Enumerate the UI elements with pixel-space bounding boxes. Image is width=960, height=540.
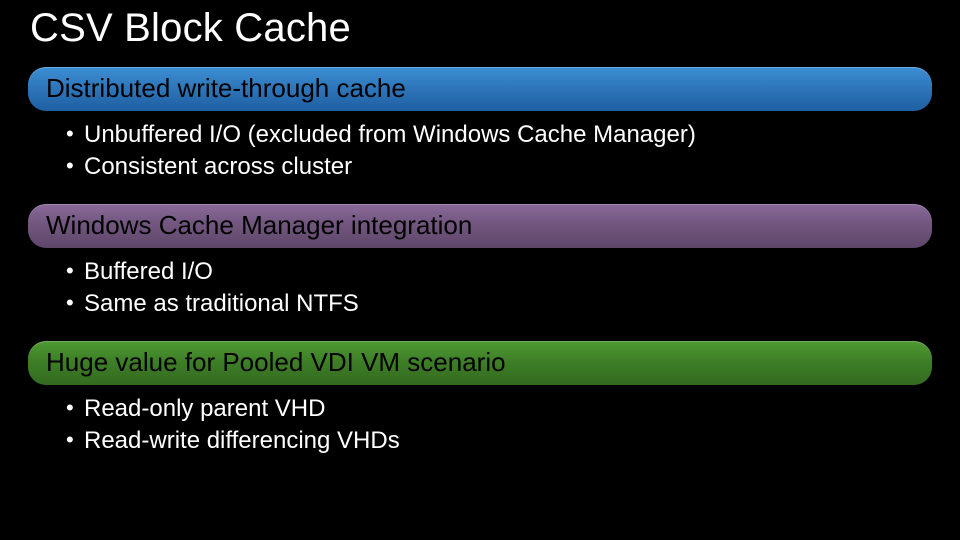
section-heading: Huge value for Pooled VDI VM scenario <box>28 341 932 385</box>
section-block: Distributed write-through cache Unbuffer… <box>28 67 932 194</box>
list-item: Same as traditional NTFS <box>66 288 932 320</box>
slide-title: CSV Block Cache <box>30 6 932 51</box>
list-item: Consistent across cluster <box>66 151 932 183</box>
list-item: Read-write differencing VHDs <box>66 425 932 457</box>
bullet-list: Unbuffered I/O (excluded from Windows Ca… <box>28 117 932 194</box>
list-item: Unbuffered I/O (excluded from Windows Ca… <box>66 119 932 151</box>
list-item: Read-only parent VHD <box>66 393 932 425</box>
section-block: Huge value for Pooled VDI VM scenario Re… <box>28 341 932 468</box>
list-item: Buffered I/O <box>66 256 932 288</box>
bullet-list: Read-only parent VHD Read-write differen… <box>28 391 932 468</box>
bullet-list: Buffered I/O Same as traditional NTFS <box>28 254 932 331</box>
section-block: Windows Cache Manager integration Buffer… <box>28 204 932 331</box>
section-heading: Distributed write-through cache <box>28 67 932 111</box>
section-heading: Windows Cache Manager integration <box>28 204 932 248</box>
